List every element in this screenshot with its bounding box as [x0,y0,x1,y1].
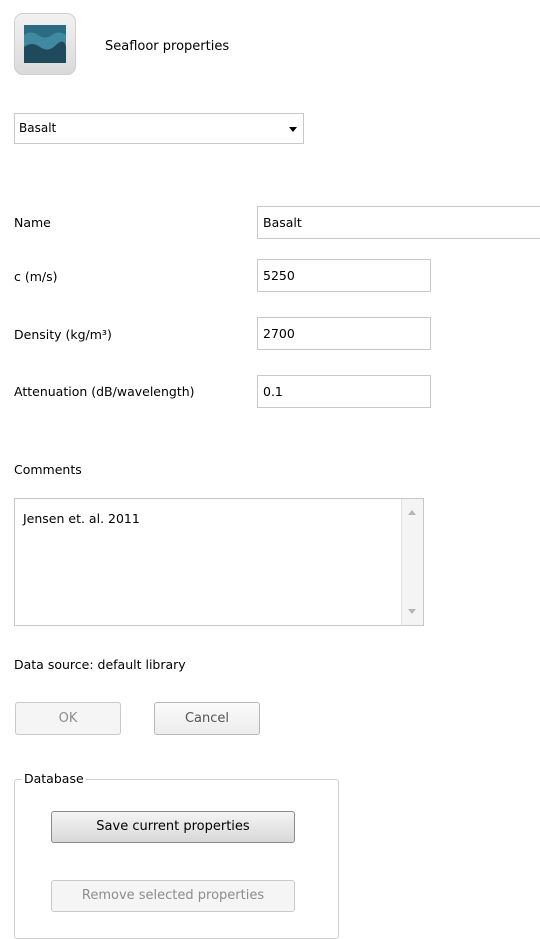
sound-speed-field-value: 5250 [263,268,295,283]
database-group [14,779,339,939]
density-label: Density (kg/m³) [14,327,112,342]
comments-scrollbar[interactable] [401,499,423,625]
material-dropdown-value: Basalt [19,121,57,135]
cancel-button[interactable]: Cancel [154,702,260,735]
database-group-label: Database [22,771,86,786]
remove-properties-button[interactable]: Remove selected properties [51,880,295,912]
attenuation-label: Attenuation (dB/wavelength) [14,384,195,399]
name-field[interactable]: Basalt [257,206,540,239]
scroll-up-icon[interactable] [408,509,416,515]
sound-speed-label: c (m/s) [14,269,58,284]
comments-textarea[interactable]: Jensen et. al. 2011 [14,498,424,626]
density-field-value: 2700 [263,326,295,341]
chevron-down-icon [289,127,297,132]
comments-label: Comments [14,462,82,477]
data-source-text: Data source: default library [14,657,186,672]
name-field-value: Basalt [263,215,302,230]
comments-text: Jensen et. al. 2011 [23,511,140,526]
seafloor-icon [14,13,76,75]
sound-speed-field[interactable]: 5250 [257,259,431,292]
attenuation-field[interactable]: 0.1 [257,375,431,408]
save-properties-button[interactable]: Save current properties [51,811,295,843]
scroll-down-icon[interactable] [408,609,416,615]
name-label: Name [14,215,51,230]
page-title: Seafloor properties [105,39,230,54]
material-dropdown[interactable]: Basalt [14,113,304,144]
density-field[interactable]: 2700 [257,317,431,350]
attenuation-field-value: 0.1 [263,384,283,399]
ok-button[interactable]: OK [15,702,121,735]
